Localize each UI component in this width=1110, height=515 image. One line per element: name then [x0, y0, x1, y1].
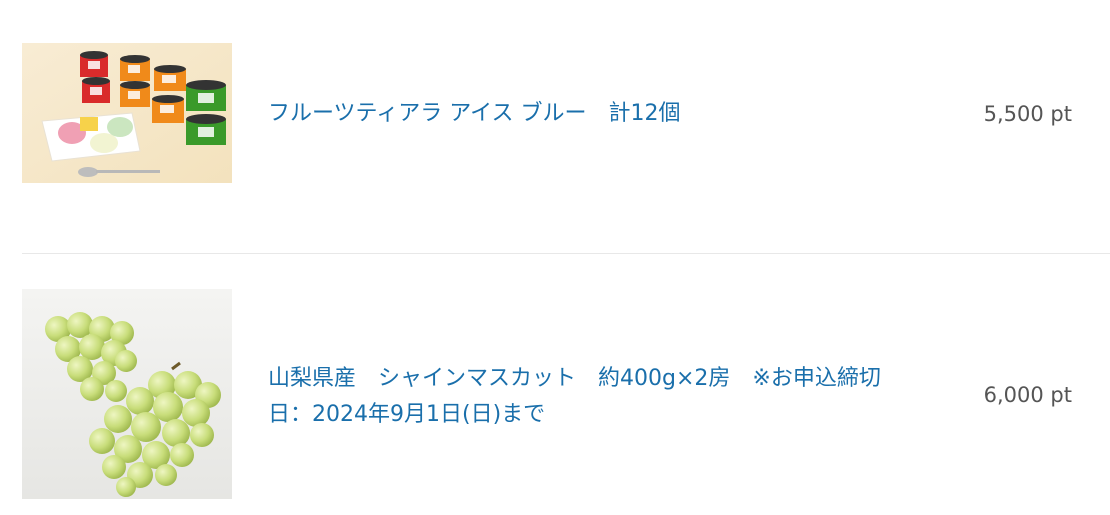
list-item: 山梨県産 シャインマスカット 約400g×2房 ※お申込締切日：2024年9月1…: [0, 254, 1110, 515]
product-price: 5,500 pt: [983, 102, 1072, 126]
product-image-ice-cream[interactable]: [22, 43, 232, 183]
product-list: フルーツティアラ アイス ブルー 計12個 5,500 pt 山梨県産 シャイン…: [0, 0, 1110, 515]
product-title-link[interactable]: フルーツティアラ アイス ブルー 計12個: [268, 96, 680, 132]
list-item: フルーツティアラ アイス ブルー 計12個 5,500 pt: [0, 0, 1110, 253]
product-title-link[interactable]: 山梨県産 シャインマスカット 約400g×2房 ※お申込締切日：2024年9月1…: [268, 361, 908, 433]
product-image-grapes[interactable]: [22, 289, 232, 499]
product-price: 6,000 pt: [983, 383, 1072, 407]
